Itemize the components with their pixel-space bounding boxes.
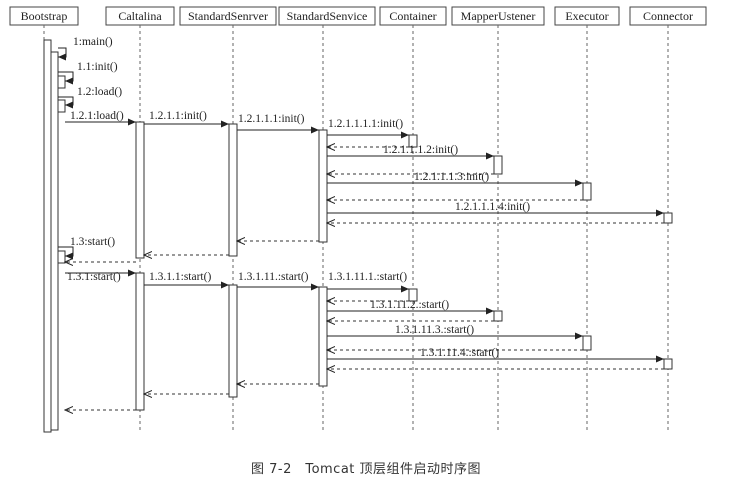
activation-bar — [50, 51, 59, 431]
participant-label: StandardSenvice — [287, 9, 368, 23]
message-label: 1.2.1.1.1.2:init() — [383, 144, 458, 156]
message-label: 1.3:start() — [70, 236, 115, 248]
activation-bar — [57, 75, 66, 89]
activation-bar — [57, 250, 66, 264]
message-label: 1.3.1.1:start() — [149, 271, 211, 283]
sequence-diagram: Bootstrap Caltalina StandardSenrver Stan… — [9, 6, 707, 433]
activation-bar — [228, 123, 238, 257]
message-label: 1.3.1.11.:start() — [238, 271, 309, 283]
message-label: 1.3.1.11.1.:start() — [328, 271, 407, 283]
activation-bar — [582, 335, 592, 351]
participant-mapper-ustener: MapperUstener — [451, 6, 545, 26]
message-label: 1.2.1.1:init() — [149, 110, 207, 122]
participant-connector: Connector — [629, 6, 707, 26]
participant-container: Container — [379, 6, 447, 26]
message-label: 1.3.1.11.3.:start() — [395, 324, 474, 336]
participant-label: Executor — [565, 9, 608, 23]
activation-bar — [493, 155, 503, 175]
message-arrow — [58, 47, 67, 61]
activation-bar — [318, 286, 328, 387]
participant-label: Caltalina — [118, 9, 162, 23]
message-label: 1.3.1:start() — [67, 271, 121, 283]
participant-label: Container — [389, 9, 436, 23]
message-label: 1.3.1.11.4.:start() — [420, 347, 499, 359]
participant-standard-senvice: StandardSenvice — [278, 6, 376, 26]
message-label: 1:main() — [73, 36, 113, 48]
activation-bar — [318, 129, 328, 243]
message-label: 1.2.1.1.1.3:init() — [414, 171, 489, 183]
message-label: 1.3.1.11.2.:start() — [370, 299, 449, 311]
activation-bar — [228, 284, 238, 398]
activation-bar — [43, 39, 52, 433]
activation-bar — [57, 99, 66, 113]
message-label: 1.2.1.1.1.4:init() — [455, 201, 530, 213]
activation-bar — [582, 182, 592, 201]
message-label: 1.1:init() — [77, 61, 118, 73]
participant-bootstrap: Bootstrap — [9, 6, 79, 26]
participant-caltalina: Caltalina — [105, 6, 175, 26]
participant-label: Connector — [643, 9, 693, 23]
participant-standard-senrver: StandardSenrver — [179, 6, 277, 26]
activation-bar — [493, 310, 503, 322]
participant-label: MapperUstener — [461, 9, 536, 23]
participant-label: Bootstrap — [21, 9, 68, 23]
activation-bar — [135, 272, 145, 411]
message-label: 1.2.1.1.1:init() — [238, 113, 305, 125]
message-label: 1.2:load() — [77, 86, 122, 98]
message-label: 1.2.1.1.1.1:init() — [328, 118, 403, 130]
participant-label: StandardSenrver — [188, 9, 268, 23]
activation-bar — [663, 358, 673, 370]
message-label: 1.2.1:load() — [70, 110, 124, 122]
participant-executor: Executor — [554, 6, 620, 26]
activation-bar — [663, 212, 673, 224]
figure-caption: 图 7-2 Tomcat 顶层组件启动时序图 — [250, 462, 482, 477]
activation-bar — [135, 121, 145, 259]
